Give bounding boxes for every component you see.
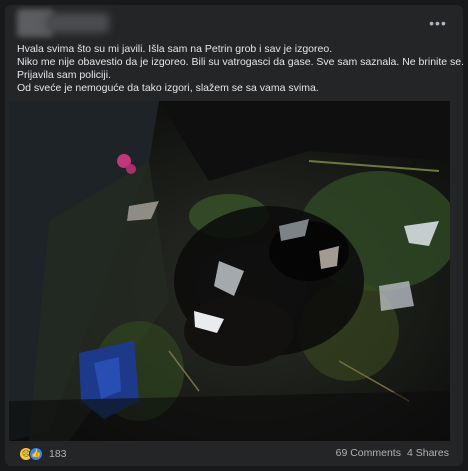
post-text-line: Prijavila sam policiji.: [17, 69, 111, 81]
post-text-line: Hvala svima što su mi javili. Išla sam n…: [17, 43, 333, 55]
post-header: •••: [5, 5, 463, 45]
post-text-line: Niko me nije obavestio da je izgoreo. Bi…: [17, 56, 463, 68]
author-name-blurred[interactable]: [45, 13, 109, 33]
shares-count-link[interactable]: 4 Shares: [407, 447, 449, 459]
reactions-summary[interactable]: ☹ 👍 183: [19, 447, 67, 461]
post-text: Hvala svima što su mi javili. Išla sam n…: [17, 43, 463, 95]
post-card: ••• Hvala svima što su mi javili. Išla s…: [5, 5, 463, 466]
post-photo[interactable]: [9, 101, 450, 441]
reaction-count: 183: [49, 448, 67, 460]
more-options-icon[interactable]: •••: [427, 15, 449, 31]
post-footer: ☹ 👍 183 69 Comments 4 Shares: [5, 441, 463, 466]
like-icon: 👍: [29, 447, 43, 461]
burned-grave-photo: [9, 101, 450, 441]
post-stats: 69 Comments 4 Shares: [336, 447, 449, 459]
post-text-line: Od sveće je nemoguće da tako izgori, sla…: [17, 82, 319, 94]
comments-count-link[interactable]: 69 Comments: [336, 447, 401, 459]
